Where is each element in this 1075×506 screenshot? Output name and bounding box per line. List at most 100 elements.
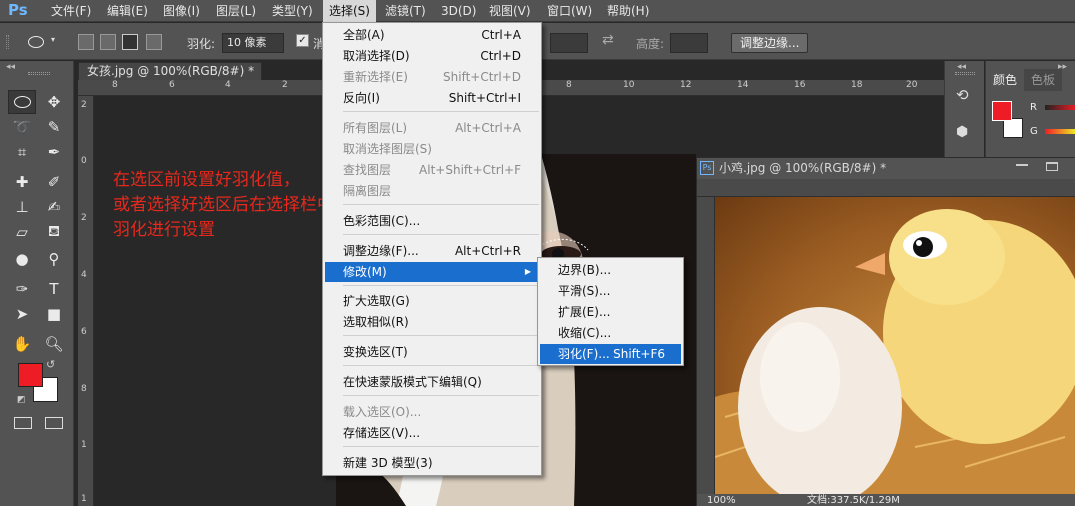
intersect-selection-icon[interactable] — [146, 34, 162, 50]
maximize-icon[interactable] — [1046, 162, 1058, 171]
pen-tool-icon[interactable]: ✑ — [8, 277, 36, 301]
menu-layer[interactable]: 图层(L) — [210, 0, 262, 22]
doc-info[interactable]: 文档:337.5K/1.29M — [807, 494, 900, 506]
3d-panel-icon[interactable]: ⬢ — [956, 124, 968, 140]
chick-photo[interactable] — [715, 197, 1075, 494]
submenu-item-smooth[interactable]: 平滑(S)... — [540, 281, 681, 301]
grip-handle[interactable] — [28, 72, 50, 75]
eraser-tool-icon[interactable]: ▱ — [8, 220, 36, 244]
menu-3d[interactable]: 3D(D) — [435, 0, 482, 22]
tab-color[interactable]: 颜色 — [986, 69, 1025, 91]
submenu-item-feather[interactable]: 羽化(F)... Shift+F6 — [540, 344, 681, 364]
menu-type[interactable]: 类型(Y) — [266, 0, 319, 22]
subtract-from-selection-icon[interactable] — [122, 34, 138, 50]
ruler-label: 10 — [623, 80, 635, 90]
menu-item-inverse[interactable]: 反向(I) Shift+Ctrl+I — [325, 88, 539, 108]
height-input[interactable] — [670, 33, 708, 53]
swap-icon[interactable]: ⇄ — [602, 32, 614, 48]
clone-stamp-tool-icon[interactable]: ⊥ — [8, 195, 36, 219]
rectangle-tool-icon[interactable]: ■ — [40, 302, 68, 326]
menu-item-quick-mask[interactable]: 在快速蒙版模式下编辑(Q) — [325, 372, 539, 392]
menu-item-modify[interactable]: 修改(M) ▶ — [325, 262, 539, 282]
menu-item-isolate-layers[interactable]: 隔离图层 — [325, 181, 539, 201]
menu-item-transform-selection[interactable]: 变换选区(T) — [325, 342, 539, 362]
menu-item-label: 载入选区(O)... — [343, 405, 422, 419]
history-panel-icon[interactable]: ⟲ — [956, 86, 969, 104]
menu-item-new-3d-model[interactable]: 新建 3D 模型(3) — [325, 453, 539, 473]
menu-item-reselect[interactable]: 重新选择(E) Shift+Ctrl+D — [325, 67, 539, 87]
document-tab[interactable]: 女孩.jpg @ 100%(RGB/8#) * × — [78, 62, 262, 95]
blur-tool-icon[interactable]: ● — [8, 247, 36, 271]
r-slider[interactable] — [1045, 105, 1075, 110]
submenu-item-border[interactable]: 边界(B)... — [540, 260, 681, 280]
menu-item-all-layers[interactable]: 所有图层(L) Alt+Ctrl+A — [325, 118, 539, 138]
brush-tool-icon[interactable]: ✐ — [40, 170, 68, 194]
height-label: 高度: — [636, 37, 665, 51]
tab-swatches[interactable]: 色板 — [1024, 69, 1063, 91]
paint-bucket-tool-icon[interactable]: ⛾ — [40, 220, 68, 244]
add-to-selection-icon[interactable] — [100, 34, 116, 50]
antialias-checkbox[interactable]: ✓ — [296, 34, 309, 47]
menu-view[interactable]: 视图(V) — [483, 0, 537, 22]
quick-mask-icon[interactable] — [14, 417, 32, 429]
ellipse-marquee-tool-icon[interactable] — [8, 90, 36, 114]
chick-document-window[interactable]: Ps 小鸡.jpg @ 100%(RGB/8#) * 100% 文档:337.5… — [696, 157, 1075, 506]
chick-ruler-vertical — [697, 197, 715, 494]
feather-input[interactable]: 10 像素 — [222, 33, 284, 53]
hand-tool-icon[interactable]: ✋ — [8, 332, 36, 356]
crop-tool-icon[interactable]: ⌗ — [8, 140, 36, 164]
menu-image[interactable]: 图像(I) — [157, 0, 206, 22]
submenu-item-contract[interactable]: 收缩(C)... — [540, 323, 681, 343]
zoom-tool-icon[interactable]: 🔍︎ — [40, 332, 68, 356]
chevron-down-icon[interactable]: ▾ — [51, 35, 55, 44]
menu-item-find-layers[interactable]: 查找图层 Alt+Shift+Ctrl+F — [325, 160, 539, 180]
swap-colors-icon[interactable]: ↺ — [46, 358, 55, 371]
background-color-swatch[interactable] — [1003, 118, 1023, 138]
menu-edit[interactable]: 编辑(E) — [101, 0, 154, 22]
submenu-item-expand[interactable]: 扩展(E)... — [540, 302, 681, 322]
eyedropper-tool-icon[interactable]: ✒ — [40, 140, 68, 164]
history-brush-tool-icon[interactable]: ✍ — [40, 195, 68, 219]
screen-mode-icon[interactable] — [45, 417, 63, 429]
small-swap-icon[interactable]: ◩ — [17, 395, 26, 405]
foreground-color-swatch[interactable] — [992, 101, 1012, 121]
menu-item-load-selection[interactable]: 载入选区(O)... — [325, 402, 539, 422]
menu-item-color-range[interactable]: 色彩范围(C)... — [325, 211, 539, 231]
menu-item-label: 修改(M) — [343, 265, 387, 279]
menu-file[interactable]: 文件(F) — [45, 0, 97, 22]
menu-item-grow[interactable]: 扩大选取(G) — [325, 291, 539, 311]
path-selection-tool-icon[interactable]: ➤ — [8, 302, 36, 326]
dodge-tool-icon[interactable]: ⚲ — [40, 247, 68, 271]
menu-item-similar[interactable]: 选取相似(R) — [325, 312, 539, 332]
menu-item-deselect[interactable]: 取消选择(D) Ctrl+D — [325, 46, 539, 66]
menu-window[interactable]: 窗口(W) — [541, 0, 598, 22]
grip-handle[interactable] — [6, 35, 9, 49]
refine-edge-button[interactable]: 调整边缘... — [731, 33, 809, 53]
ruler-label: 2 — [282, 80, 288, 90]
lasso-tool-icon[interactable]: ➰ — [8, 115, 36, 139]
menu-item-deselect-layers[interactable]: 取消选择图层(S) — [325, 139, 539, 159]
zoom-level[interactable]: 100% — [707, 494, 736, 506]
menu-help[interactable]: 帮助(H) — [601, 0, 655, 22]
type-tool-icon[interactable]: T — [40, 277, 68, 301]
new-selection-icon[interactable] — [78, 34, 94, 50]
ellipse-marquee-preset-icon[interactable] — [28, 36, 44, 48]
spot-healing-tool-icon[interactable]: ✚ — [8, 170, 36, 194]
collapse-icon[interactable]: ◂◂ — [6, 62, 15, 72]
collapse-icon[interactable]: ◂◂ — [957, 62, 966, 72]
foreground-color-swatch[interactable] — [18, 363, 43, 387]
menu-filter[interactable]: 滤镜(T) — [379, 0, 432, 22]
ruler-label: 8 — [566, 80, 572, 90]
quick-selection-tool-icon[interactable]: ✎ — [40, 115, 68, 139]
menu-item-save-selection[interactable]: 存储选区(V)... — [325, 423, 539, 443]
minimize-icon[interactable] — [1016, 164, 1028, 166]
g-slider[interactable] — [1045, 129, 1075, 134]
menu-item-refine-edge[interactable]: 调整边缘(F)... Alt+Ctrl+R — [325, 241, 539, 261]
grip-handle[interactable] — [955, 72, 975, 75]
menu-item-select-all[interactable]: 全部(A) Ctrl+A — [325, 25, 539, 45]
feather-label: 羽化: — [187, 37, 216, 51]
menu-select[interactable]: 选择(S) — [323, 0, 376, 22]
chick-window-titlebar[interactable]: Ps 小鸡.jpg @ 100%(RGB/8#) * — [697, 158, 1075, 179]
move-tool-icon[interactable]: ✥ — [40, 90, 68, 114]
width-input[interactable] — [550, 33, 588, 53]
